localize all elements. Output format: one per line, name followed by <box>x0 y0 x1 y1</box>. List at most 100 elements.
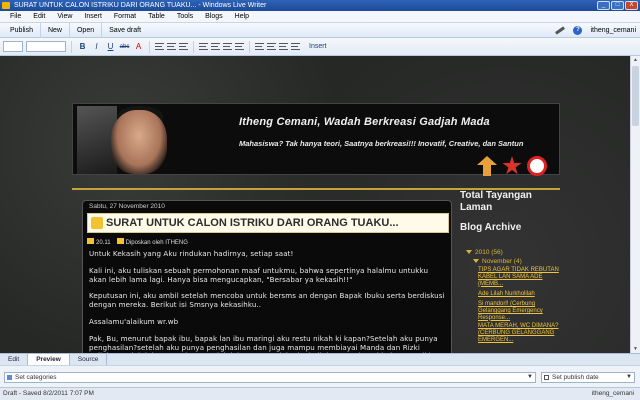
status-account: itheng_cemani <box>591 390 634 397</box>
blog-header-banner: Itheng Cemani, Wadah Berkreasi Gadjah Ma… <box>72 103 560 176</box>
maximize-button[interactable]: □ <box>611 1 624 10</box>
archive-link[interactable]: Si mandorl! (Cerbung Gelanggang Emergenc… <box>478 301 562 321</box>
minimize-button[interactable]: _ <box>597 1 610 10</box>
chevron-down-icon[interactable]: ▼ <box>626 373 632 382</box>
align-right-icon[interactable] <box>223 43 232 50</box>
underline-button[interactable]: U <box>105 42 116 51</box>
blog-sidebar: Total Tayangan Laman Blog Archive 2010 (… <box>460 190 564 343</box>
star-logo-icon <box>502 156 522 175</box>
scout-logo-icon <box>477 156 497 176</box>
sidebar-heading-pageviews: Total Tayangan Laman <box>460 190 532 213</box>
align-center-icon[interactable] <box>211 43 220 50</box>
tab-edit[interactable]: Edit <box>0 354 29 365</box>
toolbar-divider <box>149 40 150 53</box>
archive-link[interactable]: TIPS AGAR TIDAK REBUTAN KABEL LAN SAMA A… <box>478 267 562 287</box>
post-title[interactable]: SURAT UNTUK CALON ISTRIKU DARI ORANG TUA… <box>106 217 399 229</box>
publish-button[interactable]: Publish <box>3 22 41 38</box>
pen-icon[interactable] <box>555 26 566 35</box>
post-title-box[interactable]: SURAT UNTUK CALON ISTRIKU DARI ORANG TUA… <box>87 213 449 233</box>
numbered-list-icon[interactable] <box>155 43 164 50</box>
tab-preview[interactable]: Preview <box>28 354 70 365</box>
view-mode-tabs: Edit Preview Source <box>0 353 640 365</box>
archive-link[interactable]: Ade Lilah Nurkholilah <box>478 291 562 298</box>
toolbar-divider <box>193 40 194 53</box>
menu-blogs[interactable]: Blogs <box>199 11 229 23</box>
italic-button[interactable]: I <box>91 42 102 51</box>
save-draft-button[interactable]: Save draft <box>102 23 148 38</box>
status-bar: Draft - Saved 8/2/2011 7:07 PM itheng_ce… <box>0 387 640 400</box>
editor-preview[interactable]: Itheng Cemani, Wadah Berkreasi Gadjah Ma… <box>0 56 630 353</box>
expand-triangle-icon[interactable] <box>466 250 472 254</box>
toolbar-divider <box>249 40 250 53</box>
command-bar: Publish New Open Save draft ? itheng_cem… <box>0 22 640 38</box>
menu-view[interactable]: View <box>51 11 78 23</box>
archive-year[interactable]: 2010 (56) <box>466 249 503 256</box>
sidebar-heading-archive: Blog Archive <box>460 222 522 233</box>
window-title: SURAT UNTUK CALON ISTRIKU DARI ORANG TUA… <box>14 2 267 9</box>
bold-button[interactable]: B <box>77 42 88 51</box>
menu-edit[interactable]: Edit <box>27 11 51 23</box>
menu-insert[interactable]: Insert <box>78 11 108 23</box>
post-paragraph[interactable]: Assalamu'alaikum wr.wb <box>89 317 447 327</box>
title-bar: SURAT UNTUK CALON ISTRIKU DARI ORANG TUA… <box>0 0 640 11</box>
archive-link[interactable]: MATA MERAH, WC DIMANA? (CERBUNG GELANGGA… <box>478 323 562 343</box>
hyperlink-icon[interactable] <box>255 43 264 50</box>
banner-logos <box>477 156 547 176</box>
chevron-down-icon[interactable]: ▼ <box>527 373 533 382</box>
help-icon[interactable]: ? <box>573 26 583 35</box>
style-select[interactable] <box>3 41 23 52</box>
picture-icon[interactable] <box>267 43 276 50</box>
post-body[interactable]: Untuk Kekasih yang Aku rindukan hadirnya… <box>89 249 447 353</box>
font-color-button[interactable]: A <box>133 42 144 51</box>
publish-date-field[interactable]: Set publish date ▼ <box>541 372 635 383</box>
new-button[interactable]: New <box>41 22 70 38</box>
command-bar-right: ? itheng_cemani <box>555 23 636 38</box>
window-controls: _ □ X <box>597 1 638 10</box>
table-icon[interactable] <box>279 43 288 50</box>
post-paragraph[interactable]: Kali ini, aku tuliskan sebuah permohonan… <box>89 266 447 285</box>
account-selector[interactable]: itheng_cemani <box>590 27 636 34</box>
menu-help[interactable]: Help <box>229 11 255 23</box>
scroll-thumb[interactable] <box>632 66 639 126</box>
blockquote-icon[interactable] <box>179 43 188 50</box>
post-author: Diposkan oleh ITHENG <box>116 238 188 246</box>
app-icon <box>2 2 10 9</box>
menu-tools[interactable]: Tools <box>171 11 199 23</box>
banner-title: Itheng Cemani, Wadah Berkreasi Gadjah Ma… <box>239 116 490 128</box>
menu-bar: File Edit View Insert Format Table Tools… <box>0 11 640 23</box>
font-select[interactable] <box>26 41 66 52</box>
post-meta: 20.11 Diposkan oleh ITHENG <box>87 238 188 246</box>
justify-icon[interactable] <box>235 43 244 50</box>
toolbar-divider <box>71 40 72 53</box>
bullet-list-icon[interactable] <box>167 43 176 50</box>
publish-date-checkbox[interactable] <box>544 375 549 380</box>
author-photo <box>111 110 167 174</box>
post-time: 20.11 <box>87 238 111 246</box>
vertical-scrollbar[interactable]: ▲ ▼ <box>630 56 640 353</box>
open-button[interactable]: Open <box>70 22 103 38</box>
scroll-down-icon[interactable]: ▼ <box>633 346 639 352</box>
post-paragraph[interactable]: Untuk Kekasih yang Aku rindukan hadirnya… <box>89 249 447 259</box>
menu-file[interactable]: File <box>4 11 27 23</box>
tab-source[interactable]: Source <box>70 354 108 365</box>
menu-table[interactable]: Table <box>142 11 171 23</box>
post-paragraph[interactable]: Pak, Bu, menurut bapak ibu, bapak lan ib… <box>89 334 447 353</box>
post-paragraph[interactable]: Keputusan ini, aku ambil setelah mencoba… <box>89 292 447 310</box>
expand-triangle-icon[interactable] <box>473 259 479 263</box>
menu-format[interactable]: Format <box>108 11 142 23</box>
close-button[interactable]: X <box>625 1 638 10</box>
author-icon <box>116 238 124 244</box>
calendar-icon <box>87 238 94 244</box>
format-toolbar: B I U abc A Insert <box>0 38 640 56</box>
blog-post: Sabtu, 27 November 2010 SURAT UNTUK CALO… <box>82 200 452 353</box>
properties-bar: Set categories ▼ Set publish date ▼ <box>0 365 640 387</box>
split-post-icon[interactable] <box>291 43 300 50</box>
align-left-icon[interactable] <box>199 43 208 50</box>
post-icon <box>91 217 103 229</box>
post-date: Sabtu, 27 November 2010 <box>89 203 165 210</box>
insert-menu[interactable]: Insert <box>309 43 327 50</box>
strikethrough-button[interactable]: abc <box>119 44 130 50</box>
categories-dropdown[interactable]: Set categories ▼ <box>4 372 536 383</box>
scroll-up-icon[interactable]: ▲ <box>633 57 639 63</box>
archive-month[interactable]: November (4) <box>473 258 522 265</box>
